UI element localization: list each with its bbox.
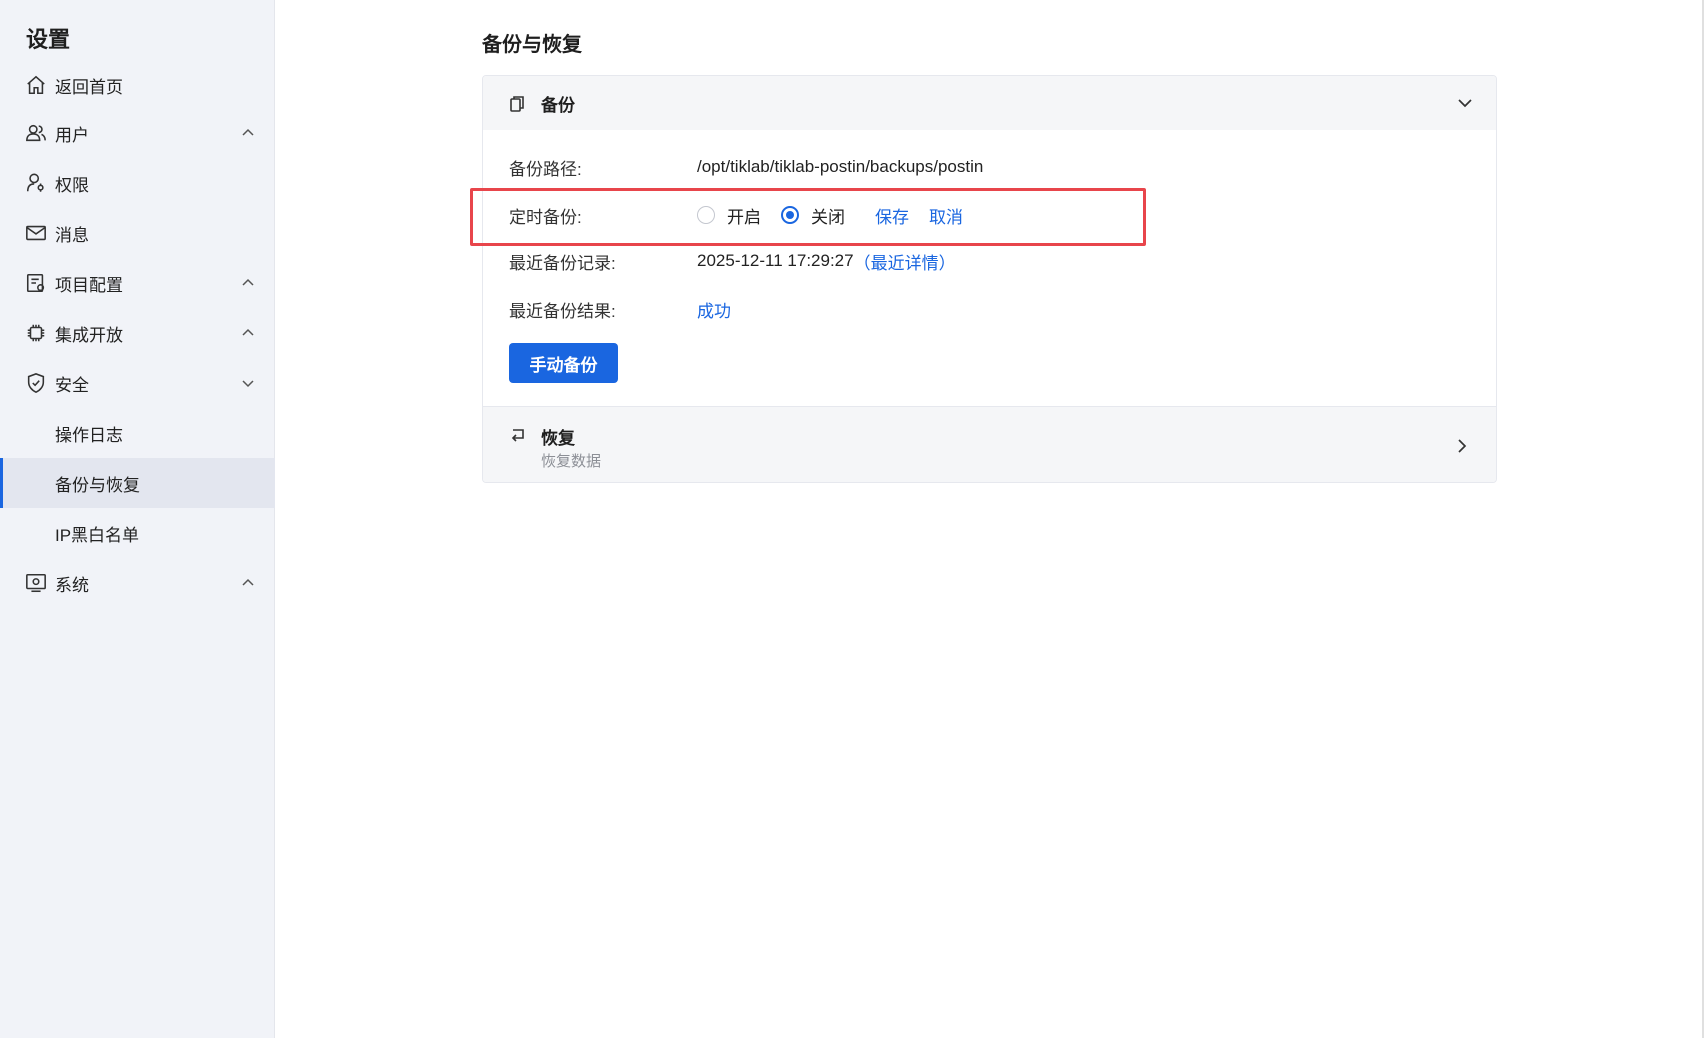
project-config-icon bbox=[24, 271, 48, 295]
chevron-down-icon bbox=[240, 375, 256, 391]
sidebar-item-ip-list[interactable]: IP黑白名单 bbox=[0, 508, 275, 558]
sidebar-item-project-config[interactable]: 项目配置 bbox=[0, 258, 275, 308]
sidebar-item-label: 用户 bbox=[55, 125, 89, 145]
backup-panel: 备份 备份路径: /opt/tiklab/tiklab-postin/backu… bbox=[482, 75, 1497, 483]
last-backup-record-label: 最近备份记录: bbox=[509, 253, 616, 273]
sidebar-item-label: 操作日志 bbox=[55, 425, 123, 445]
app-root: 设置 返回首页 用户 权限 消息 项目配置 集成开放 安全 操作日志 备份与恢复… bbox=[0, 0, 1704, 1038]
mail-icon bbox=[24, 221, 48, 245]
sidebar-title: 设置 bbox=[26, 27, 71, 52]
chevron-up-icon bbox=[240, 325, 256, 341]
sidebar-item-integration[interactable]: 集成开放 bbox=[0, 308, 275, 358]
shield-icon bbox=[24, 371, 48, 395]
sidebar-item-backup-restore[interactable]: 备份与恢复 bbox=[0, 458, 275, 508]
backup-section-title: 备份 bbox=[541, 95, 575, 115]
home-icon bbox=[24, 73, 48, 97]
save-link[interactable]: 保存 bbox=[875, 203, 909, 228]
users-icon bbox=[24, 121, 48, 145]
radio-off[interactable] bbox=[781, 206, 799, 224]
cancel-link[interactable]: 取消 bbox=[929, 203, 963, 228]
sidebar-item-label: 备份与恢复 bbox=[55, 475, 140, 495]
chevron-up-icon bbox=[240, 575, 256, 591]
sidebar-item-label: 项目配置 bbox=[55, 275, 123, 295]
sidebar-item-label: 系统 bbox=[55, 575, 89, 595]
scheduled-backup-label: 定时备份: bbox=[509, 207, 582, 227]
sidebar-item-operation-log[interactable]: 操作日志 bbox=[0, 408, 275, 458]
manual-backup-button[interactable]: 手动备份 bbox=[509, 343, 618, 383]
last-backup-record-row: 最近备份记录: 2025-12-11 17:29:27 （最近详情） bbox=[509, 248, 956, 274]
backup-path-label: 备份路径: bbox=[509, 159, 582, 179]
scheduled-backup-radio-group: 开启 关闭 保存 取消 bbox=[697, 203, 963, 228]
sidebar-item-security[interactable]: 安全 bbox=[0, 358, 275, 408]
sidebar-item-system[interactable]: 系统 bbox=[0, 558, 275, 608]
chevron-up-icon bbox=[240, 275, 256, 291]
last-backup-record-time: 2025-12-11 17:29:27 bbox=[697, 251, 854, 270]
backup-path-row: 备份路径: /opt/tiklab/tiklab-postin/backups/… bbox=[509, 154, 983, 180]
radio-on-label[interactable]: 开启 bbox=[727, 203, 761, 228]
sidebar-item-home[interactable]: 返回首页 bbox=[0, 60, 275, 110]
sidebar-item-label: 返回首页 bbox=[55, 77, 123, 97]
chevron-down-icon[interactable] bbox=[1456, 94, 1474, 112]
restore-subtitle: 恢复数据 bbox=[541, 453, 602, 470]
system-icon bbox=[24, 571, 48, 595]
last-backup-result-label: 最近备份结果: bbox=[509, 301, 616, 321]
sidebar-item-label: 权限 bbox=[55, 175, 89, 195]
restore-title: 恢复 bbox=[541, 429, 575, 448]
chip-icon bbox=[24, 321, 48, 345]
sidebar-item-permissions[interactable]: 权限 bbox=[0, 158, 275, 208]
sidebar-item-label: IP黑白名单 bbox=[55, 525, 140, 545]
backup-section-header[interactable]: 备份 bbox=[483, 76, 1496, 130]
page-title: 备份与恢复 bbox=[482, 34, 582, 56]
scheduled-backup-row: 定时备份: 开启 关闭 保存 取消 bbox=[509, 202, 963, 228]
chevron-up-icon bbox=[240, 125, 256, 141]
user-permission-icon bbox=[24, 171, 48, 195]
last-backup-result-value[interactable]: 成功 bbox=[697, 297, 731, 322]
restore-icon bbox=[509, 427, 527, 443]
copy-icon bbox=[509, 95, 525, 113]
chevron-right-icon[interactable] bbox=[1454, 437, 1470, 455]
radio-on[interactable] bbox=[697, 206, 715, 224]
sidebar-item-label: 消息 bbox=[55, 225, 89, 245]
sidebar-item-label: 集成开放 bbox=[55, 325, 123, 345]
radio-off-label[interactable]: 关闭 bbox=[811, 203, 845, 228]
last-backup-result-row: 最近备份结果: 成功 bbox=[509, 296, 731, 322]
sidebar-item-messages[interactable]: 消息 bbox=[0, 208, 275, 258]
sidebar: 设置 返回首页 用户 权限 消息 项目配置 集成开放 安全 操作日志 备份与恢复… bbox=[0, 0, 275, 1038]
sidebar-item-users[interactable]: 用户 bbox=[0, 108, 275, 158]
last-backup-details-link[interactable]: （最近详情） bbox=[854, 249, 956, 274]
backup-path-value: /opt/tiklab/tiklab-postin/backups/postin bbox=[697, 157, 984, 176]
sidebar-item-label: 安全 bbox=[55, 375, 89, 395]
restore-section[interactable]: 恢复 恢复数据 bbox=[483, 406, 1496, 482]
